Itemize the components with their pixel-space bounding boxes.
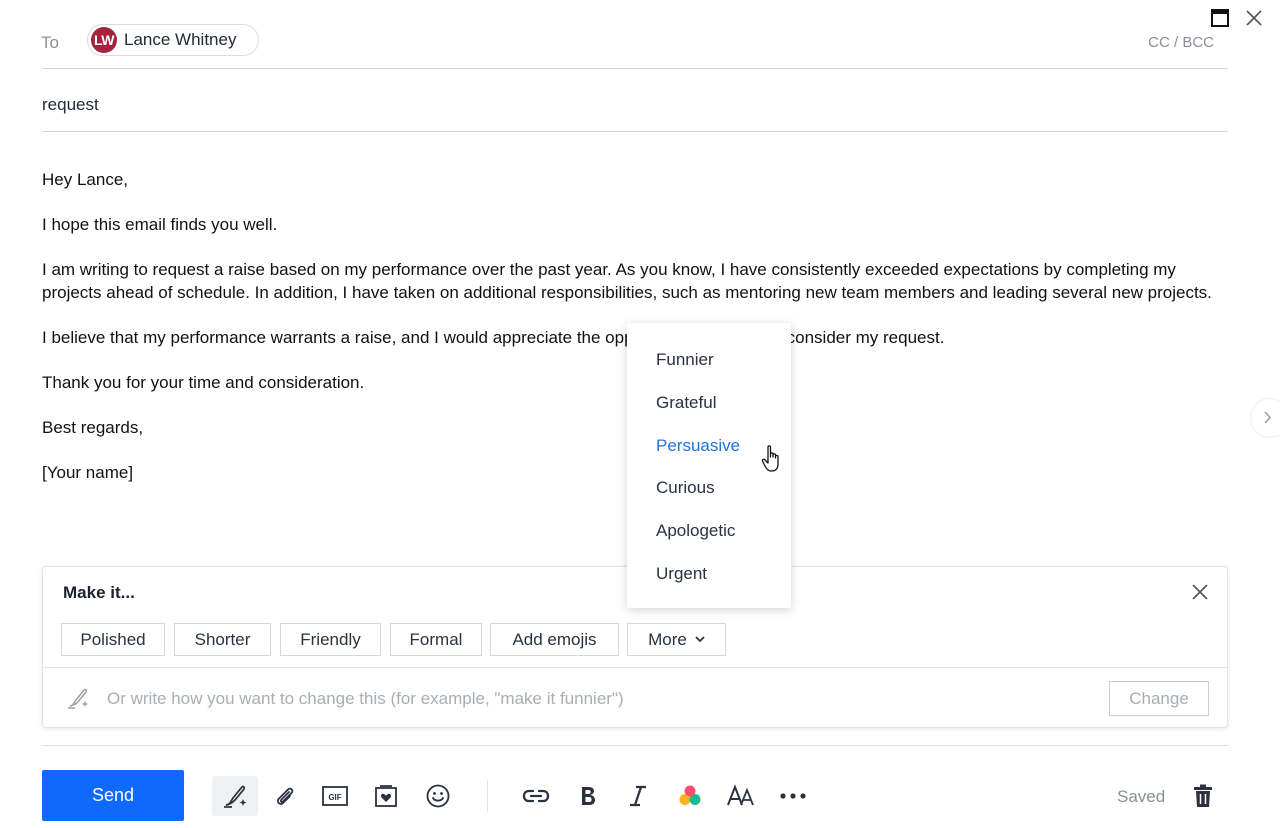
chip-more[interactable]: More: [627, 623, 726, 656]
gif-icon: GIF: [322, 786, 348, 806]
delete-draft-button[interactable]: [1184, 776, 1222, 816]
make-it-title: Make it...: [63, 583, 135, 602]
chip-polished[interactable]: Polished: [61, 623, 165, 656]
menu-item-funnier[interactable]: Funnier: [656, 350, 714, 370]
chip-formal[interactable]: Formal: [390, 623, 482, 656]
recipient-name: Lance Whitney: [124, 30, 237, 49]
link-icon: [522, 789, 550, 803]
menu-item-grateful[interactable]: Grateful: [656, 393, 716, 413]
close-window-icon[interactable]: [1244, 8, 1264, 28]
chip-shorter[interactable]: Shorter: [174, 623, 271, 656]
font-size-icon: [727, 784, 754, 806]
color-icon: [679, 785, 701, 805]
body-paragraph: I hope this email finds you well.: [42, 215, 278, 234]
menu-item-persuasive[interactable]: Persuasive: [656, 436, 740, 456]
menu-item-apologetic[interactable]: Apologetic: [656, 521, 735, 541]
rewrite-instruction-input[interactable]: [105, 681, 1089, 717]
divider: [42, 131, 1228, 132]
maximize-icon[interactable]: [1210, 8, 1230, 28]
next-panel-button[interactable]: [1250, 398, 1280, 438]
trash-icon: [1194, 784, 1212, 807]
saved-status: Saved: [1117, 787, 1166, 806]
bold-button[interactable]: [569, 776, 607, 816]
font-size-button[interactable]: [722, 776, 760, 816]
change-button[interactable]: Change: [1109, 681, 1209, 716]
stationery-button[interactable]: [367, 776, 405, 816]
toolbar-separator: [487, 780, 488, 812]
subject-field[interactable]: request: [42, 95, 99, 115]
send-button[interactable]: Send: [42, 770, 184, 821]
more-options-icon: [780, 793, 806, 799]
recipient-chip[interactable]: LW Lance Whitney: [87, 24, 259, 56]
pen-sparkle-icon: [68, 688, 88, 709]
chevron-right-icon: [1264, 411, 1272, 424]
body-paragraph: I am writing to request a raise based on…: [42, 260, 1212, 302]
insert-link-button[interactable]: [517, 776, 555, 816]
close-icon[interactable]: [1191, 583, 1209, 601]
divider: [43, 667, 1227, 668]
stationery-icon: [375, 785, 397, 807]
emoji-button[interactable]: [419, 776, 457, 816]
chip-friendly[interactable]: Friendly: [280, 623, 381, 656]
text-color-button[interactable]: [671, 776, 709, 816]
italic-button[interactable]: [619, 776, 657, 816]
attachment-icon: [277, 787, 294, 805]
attach-button[interactable]: [266, 776, 304, 816]
to-label: To: [41, 33, 59, 52]
divider: [42, 68, 1228, 69]
more-options-button[interactable]: [774, 776, 812, 816]
svg-text:GIF: GIF: [328, 793, 341, 802]
chip-add-emojis[interactable]: Add emojis: [490, 623, 619, 656]
chevron-down-icon: [695, 636, 705, 643]
cc-bcc-link[interactable]: CC / BCC: [1148, 34, 1214, 51]
emoji-icon: [426, 784, 450, 808]
gif-button[interactable]: GIF: [316, 776, 354, 816]
menu-item-curious[interactable]: Curious: [656, 478, 715, 498]
writing-assistant-icon: [224, 785, 247, 808]
writing-assistant-button[interactable]: [212, 776, 258, 816]
divider: [42, 745, 1228, 746]
bold-icon: [582, 787, 595, 805]
menu-item-urgent[interactable]: Urgent: [656, 564, 707, 584]
chip-more-label: More: [648, 629, 687, 649]
avatar: LW: [91, 27, 117, 53]
hand-cursor-icon: [761, 445, 779, 472]
body-paragraph: Hey Lance,: [42, 170, 128, 189]
italic-icon: [630, 785, 646, 807]
